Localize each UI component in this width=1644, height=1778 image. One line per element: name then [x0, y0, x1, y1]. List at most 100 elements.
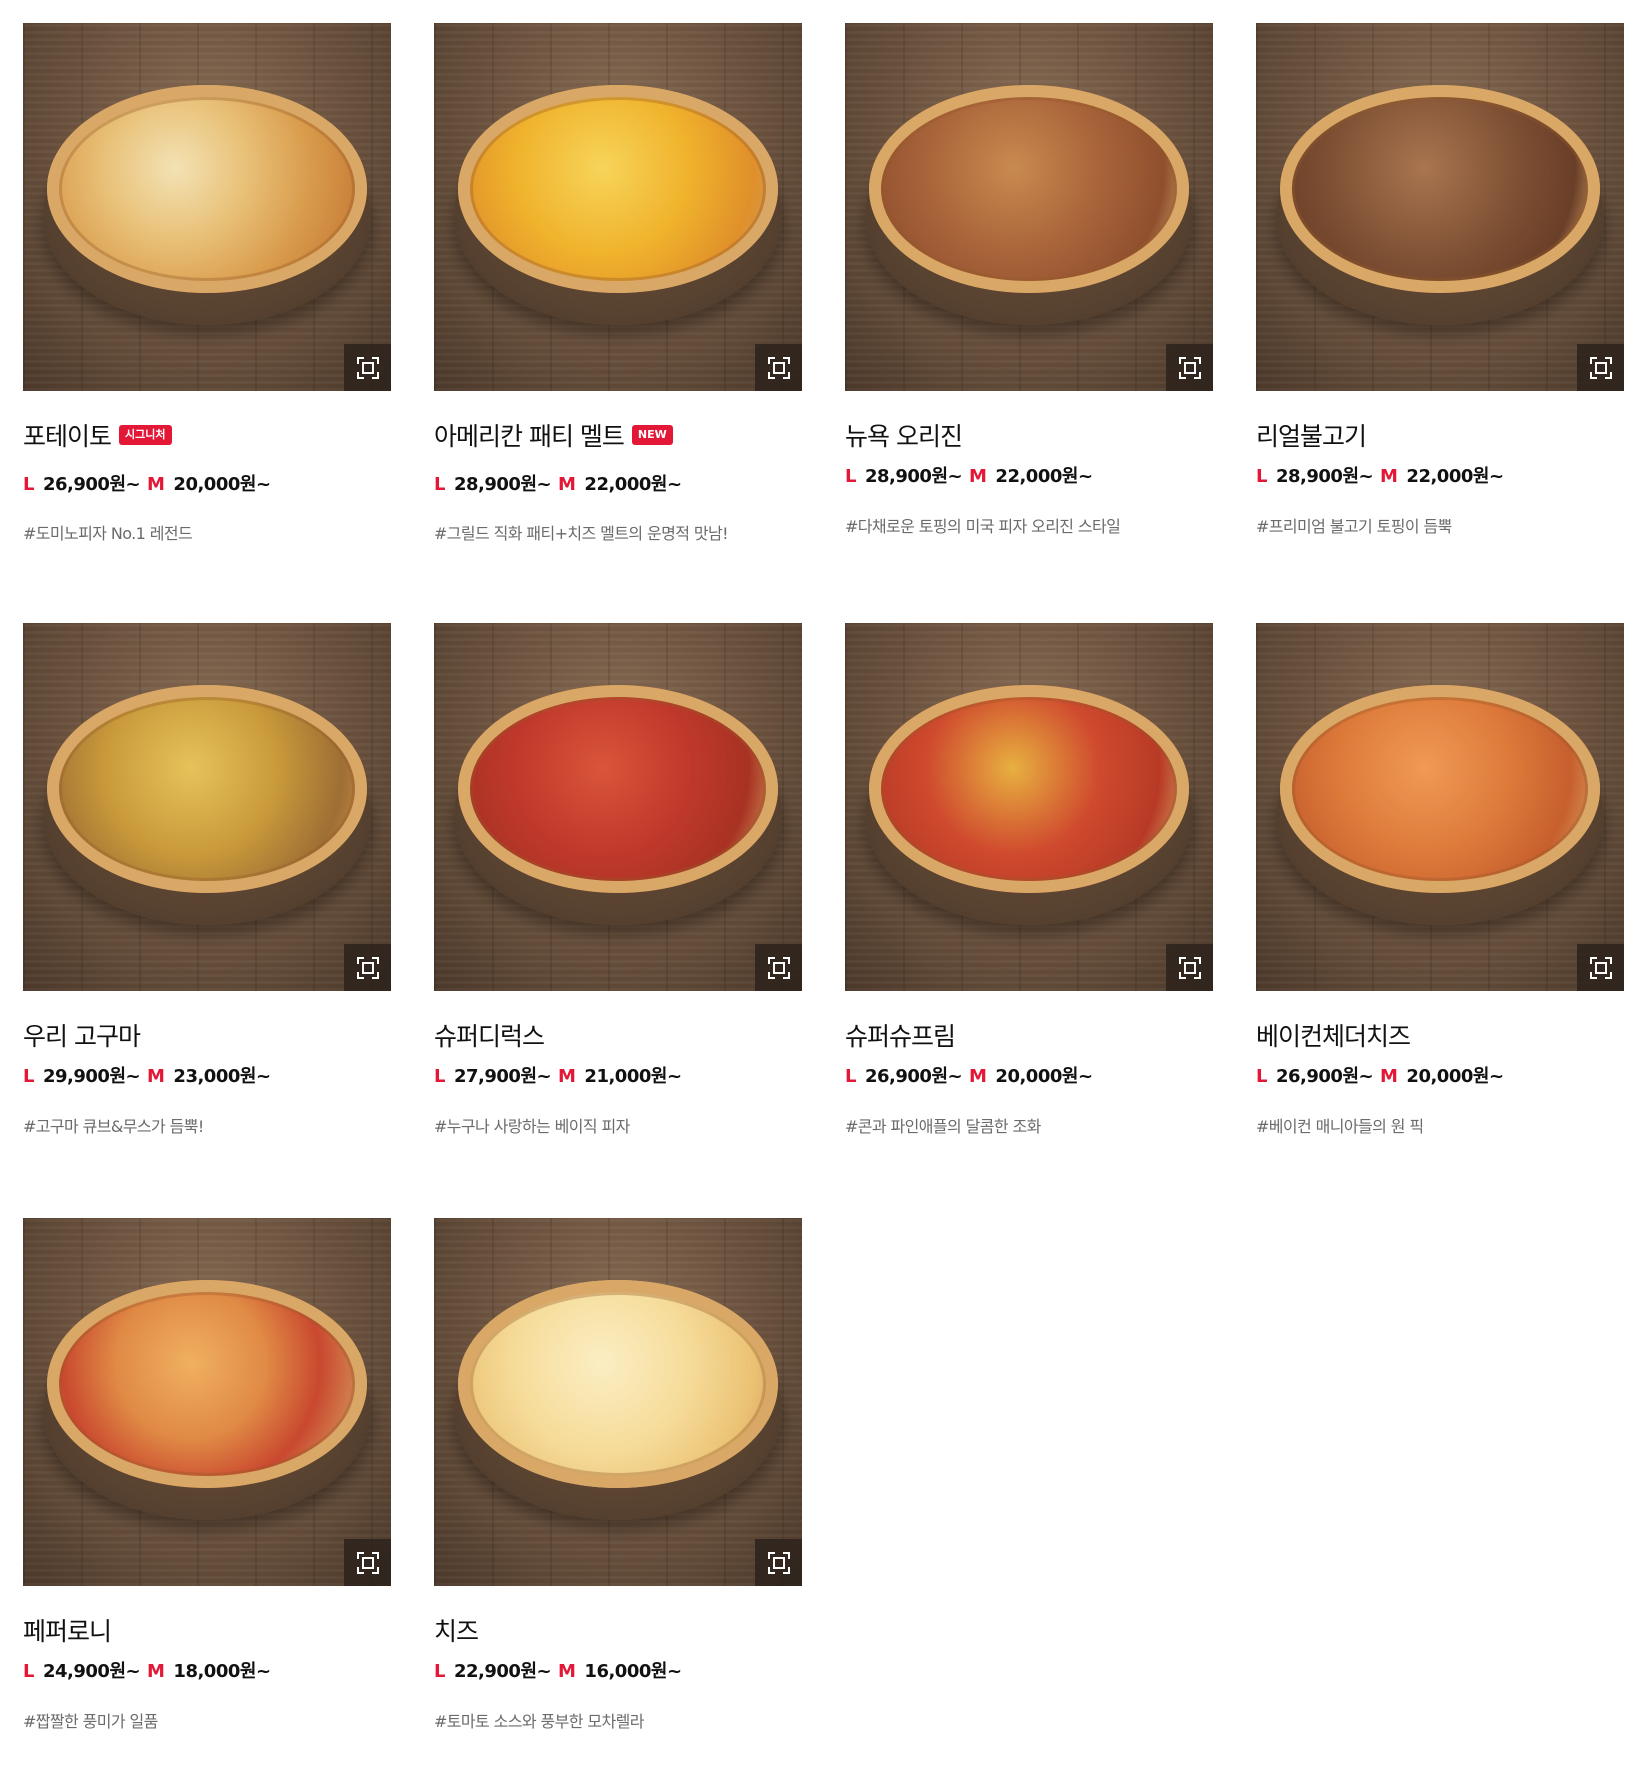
product-title-row: 리얼불고기 [1256, 415, 1367, 455]
zoom-button[interactable] [344, 944, 391, 991]
zoom-expand-icon [767, 956, 790, 979]
product-title-row: 우리 고구마 [23, 1015, 141, 1055]
product-card[interactable]: 슈퍼디럭스 L 27,900원~ M 21,000원~ #누구나 사랑하는 베이직 … [434, 623, 802, 1183]
product-name[interactable]: 슈퍼디럭스 [434, 1017, 545, 1053]
product-name[interactable]: 슈퍼슈프림 [845, 1017, 956, 1053]
size-l-label: L [23, 1661, 34, 1682]
product-hashtag: #프리미엄 불고기 토핑이 듬뿍 [1256, 517, 1452, 536]
product-name[interactable]: 포테이토 [23, 417, 112, 453]
price-m: 22,000원~ [584, 474, 682, 495]
product-title-row: 슈퍼슈프림 [845, 1015, 956, 1055]
size-l-label: L [434, 474, 445, 495]
price-l: 29,900원~ [42, 1066, 141, 1087]
price-row: L 29,900원~ M 23,000원~ [23, 1060, 271, 1090]
size-l-label: L [434, 1661, 445, 1682]
zoom-button[interactable] [344, 344, 391, 391]
pizza-image [869, 685, 1189, 893]
zoom-button[interactable] [755, 1539, 802, 1586]
product-hashtag: #다채로운 토핑의 미국 피자 오리진 스타일 [845, 517, 1121, 536]
zoom-button[interactable] [1166, 944, 1213, 991]
price-l: 28,900원~ [453, 474, 552, 495]
pizza-image [47, 1280, 367, 1488]
pizza-image [458, 85, 778, 293]
product-name[interactable]: 뉴욕 오리진 [845, 417, 963, 453]
product-name[interactable]: 리얼불고기 [1256, 417, 1367, 453]
product-hashtag: #누구나 사랑하는 베이직 피자 [434, 1117, 630, 1136]
product-card[interactable]: 리얼불고기 L 28,900원~ M 22,000원~ #프리미엄 불고기 토핑이 … [1256, 23, 1624, 583]
price-row: L 28,900원~ M 22,000원~ [1256, 460, 1504, 490]
product-card[interactable]: 아메리칸 패티 멜트 NEW L 28,900원~ M 22,000원~ #그릴드 … [434, 23, 802, 583]
product-title-row: 뉴욕 오리진 [845, 415, 963, 455]
product-name[interactable]: 아메리칸 패티 멜트 [434, 417, 625, 453]
size-l-label: L [845, 1066, 856, 1087]
product-title-row: 페퍼로니 [23, 1610, 112, 1650]
product-hashtag: #도미노피자 No.1 레전드 [23, 524, 193, 543]
product-card[interactable]: 뉴욕 오리진 L 28,900원~ M 22,000원~ #다채로운 토핑의 미국 … [845, 23, 1213, 583]
zoom-expand-icon [356, 956, 379, 979]
size-m-label: M [558, 474, 576, 495]
zoom-expand-icon [767, 1551, 790, 1574]
pizza-image [458, 685, 778, 893]
product-image[interactable] [1256, 623, 1624, 991]
size-m-label: M [1380, 1066, 1398, 1087]
product-name[interactable]: 우리 고구마 [23, 1017, 141, 1053]
price-m: 23,000원~ [173, 1066, 271, 1087]
product-card[interactable]: 페퍼로니 L 24,900원~ M 18,000원~ #짭짤한 풍미가 일품 [23, 1218, 391, 1778]
product-name[interactable]: 페퍼로니 [23, 1612, 112, 1648]
zoom-button[interactable] [344, 1539, 391, 1586]
product-image[interactable] [845, 23, 1213, 391]
price-l: 26,900원~ [864, 1066, 963, 1087]
size-l-label: L [1256, 1066, 1267, 1087]
product-card[interactable]: 베이컨체더치즈 L 26,900원~ M 20,000원~ #베이컨 매니아들의 원… [1256, 623, 1624, 1183]
product-hashtag: #콘과 파인애플의 달콤한 조화 [845, 1117, 1041, 1136]
product-card[interactable]: 우리 고구마 L 29,900원~ M 23,000원~ #고구마 큐브&무스가 듬… [23, 623, 391, 1183]
product-title-row: 아메리칸 패티 멜트 NEW [434, 415, 673, 455]
product-image[interactable] [23, 1218, 391, 1586]
zoom-expand-icon [1589, 356, 1612, 379]
product-image[interactable] [845, 623, 1213, 991]
zoom-button[interactable] [755, 344, 802, 391]
zoom-button[interactable] [755, 944, 802, 991]
price-row: L 27,900원~ M 21,000원~ [434, 1060, 682, 1090]
new-badge: NEW [631, 425, 673, 445]
product-image[interactable] [23, 623, 391, 991]
price-m: 22,000원~ [1406, 466, 1504, 487]
zoom-button[interactable] [1577, 944, 1624, 991]
zoom-button[interactable] [1577, 344, 1624, 391]
pizza-image [458, 1280, 778, 1488]
pizza-image [869, 85, 1189, 293]
zoom-expand-icon [1178, 356, 1201, 379]
product-image[interactable] [434, 1218, 802, 1586]
product-image[interactable] [23, 23, 391, 391]
product-card[interactable]: 포테이토 시그니처 L 26,900원~ M 20,000원~ #도미노피자 No.… [23, 23, 391, 583]
price-m: 16,000원~ [584, 1661, 682, 1682]
zoom-expand-icon [356, 356, 379, 379]
size-m-label: M [558, 1661, 576, 1682]
zoom-expand-icon [356, 1551, 379, 1574]
price-l: 26,900원~ [1275, 1066, 1374, 1087]
pizza-image [47, 85, 367, 293]
product-image[interactable] [434, 23, 802, 391]
zoom-button[interactable] [1166, 344, 1213, 391]
product-image[interactable] [1256, 23, 1624, 391]
size-m-label: M [147, 1066, 165, 1087]
price-row: L 22,900원~ M 16,000원~ [434, 1655, 682, 1685]
product-card[interactable]: 치즈 L 22,900원~ M 16,000원~ #토마토 소스와 풍부한 모차렐라 [434, 1218, 802, 1778]
size-l-label: L [23, 1066, 34, 1087]
size-l-label: L [845, 466, 856, 487]
price-l: 22,900원~ [453, 1661, 552, 1682]
size-m-label: M [1380, 466, 1398, 487]
product-hashtag: #고구마 큐브&무스가 듬뿍! [23, 1117, 204, 1136]
product-image[interactable] [434, 623, 802, 991]
product-name[interactable]: 치즈 [434, 1612, 479, 1648]
price-m: 21,000원~ [584, 1066, 682, 1087]
product-name[interactable]: 베이컨체더치즈 [1256, 1017, 1411, 1053]
zoom-expand-icon [1178, 956, 1201, 979]
product-hashtag: #토마토 소스와 풍부한 모차렐라 [434, 1712, 644, 1731]
price-m: 18,000원~ [173, 1661, 271, 1682]
pizza-image [47, 685, 367, 893]
product-title-row: 베이컨체더치즈 [1256, 1015, 1411, 1055]
size-l-label: L [23, 474, 34, 495]
product-title-row: 슈퍼디럭스 [434, 1015, 545, 1055]
product-card[interactable]: 슈퍼슈프림 L 26,900원~ M 20,000원~ #콘과 파인애플의 달콤한 … [845, 623, 1213, 1183]
